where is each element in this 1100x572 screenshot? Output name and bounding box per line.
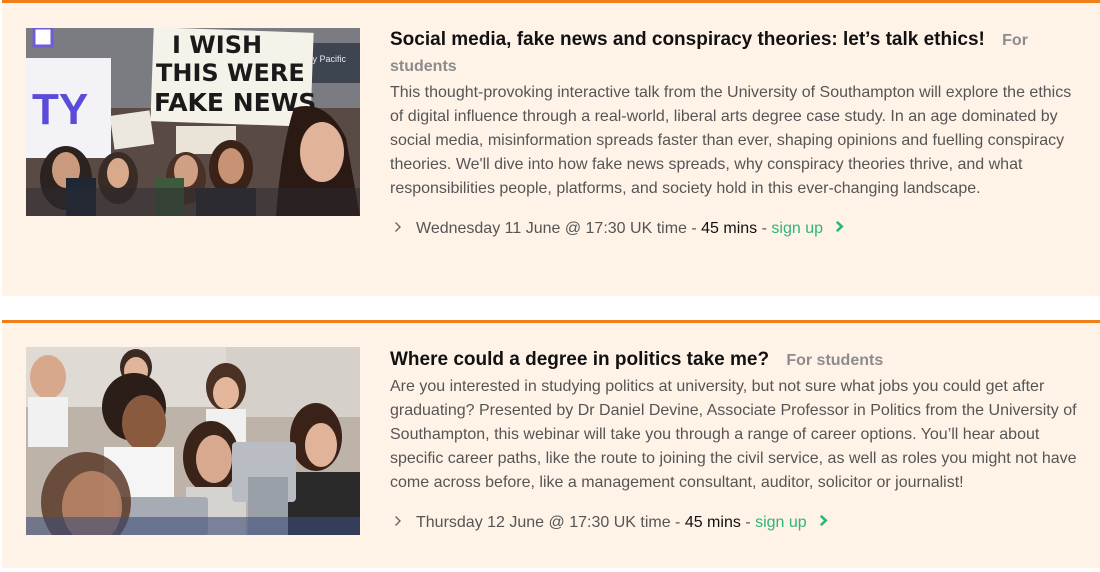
sign-line-1: I WISH [172,31,262,59]
event-title[interactable]: Where could a degree in politics take me… [390,349,769,370]
event-title[interactable]: Social media, fake news and conspiracy t… [390,29,985,50]
event-duration: 45 mins [701,220,758,238]
protest-photo: thay Pacific TY I WISH THIS WERE FAKE NE… [26,28,360,216]
partial-sign-text: TY [32,85,88,134]
event-description: Are you interested in studying politics … [390,378,1077,491]
sign-line-3: FAKE NEWS [154,88,316,117]
chevron-right-icon [394,217,410,241]
event-meta: Thursday 12 June @ 17:30 UK time - 45 mi… [390,511,1086,535]
meta-separator: - [740,514,756,532]
event-description: This thought-provoking interactive talk … [390,84,1072,197]
meta-separator: - [670,514,685,532]
event-thumbnail-protest[interactable]: thay Pacific TY I WISH THIS WERE FAKE NE… [26,28,360,216]
event-heading: Where could a degree in politics take me… [390,347,1086,373]
meta-separator: - [757,220,772,238]
event-content: Where could a degree in politics take me… [390,347,1086,535]
event-thumbnail-classroom[interactable] [26,347,360,535]
sign-up-label: sign up [755,514,807,532]
audience-tag: For students [786,352,884,369]
sign-up-label: sign up [771,220,823,238]
arrow-right-icon [835,217,845,241]
chevron-right-icon [394,511,410,535]
arrow-right-icon [819,511,828,535]
event-heading: Social media, fake news and conspiracy t… [390,27,1086,79]
event-datetime: Thursday 12 June @ 17:30 UK time [416,514,671,532]
event-meta: Wednesday 11 June @ 17:30 UK time - 45 m… [390,217,1086,241]
event-card: thay Pacific TY I WISH THIS WERE FAKE NE… [2,0,1100,296]
sign-up-link[interactable]: sign up [755,511,828,535]
event-content: Social media, fake news and conspiracy t… [390,27,1086,241]
classroom-photo [26,347,360,535]
meta-separator: - [686,220,702,238]
event-card: Where could a degree in politics take me… [2,320,1100,568]
sign-up-link[interactable]: sign up [771,217,845,241]
sign-line-2: THIS WERE [156,59,305,87]
event-datetime: Wednesday 11 June @ 17:30 UK time [416,220,687,238]
event-duration: 45 mins [684,514,741,532]
